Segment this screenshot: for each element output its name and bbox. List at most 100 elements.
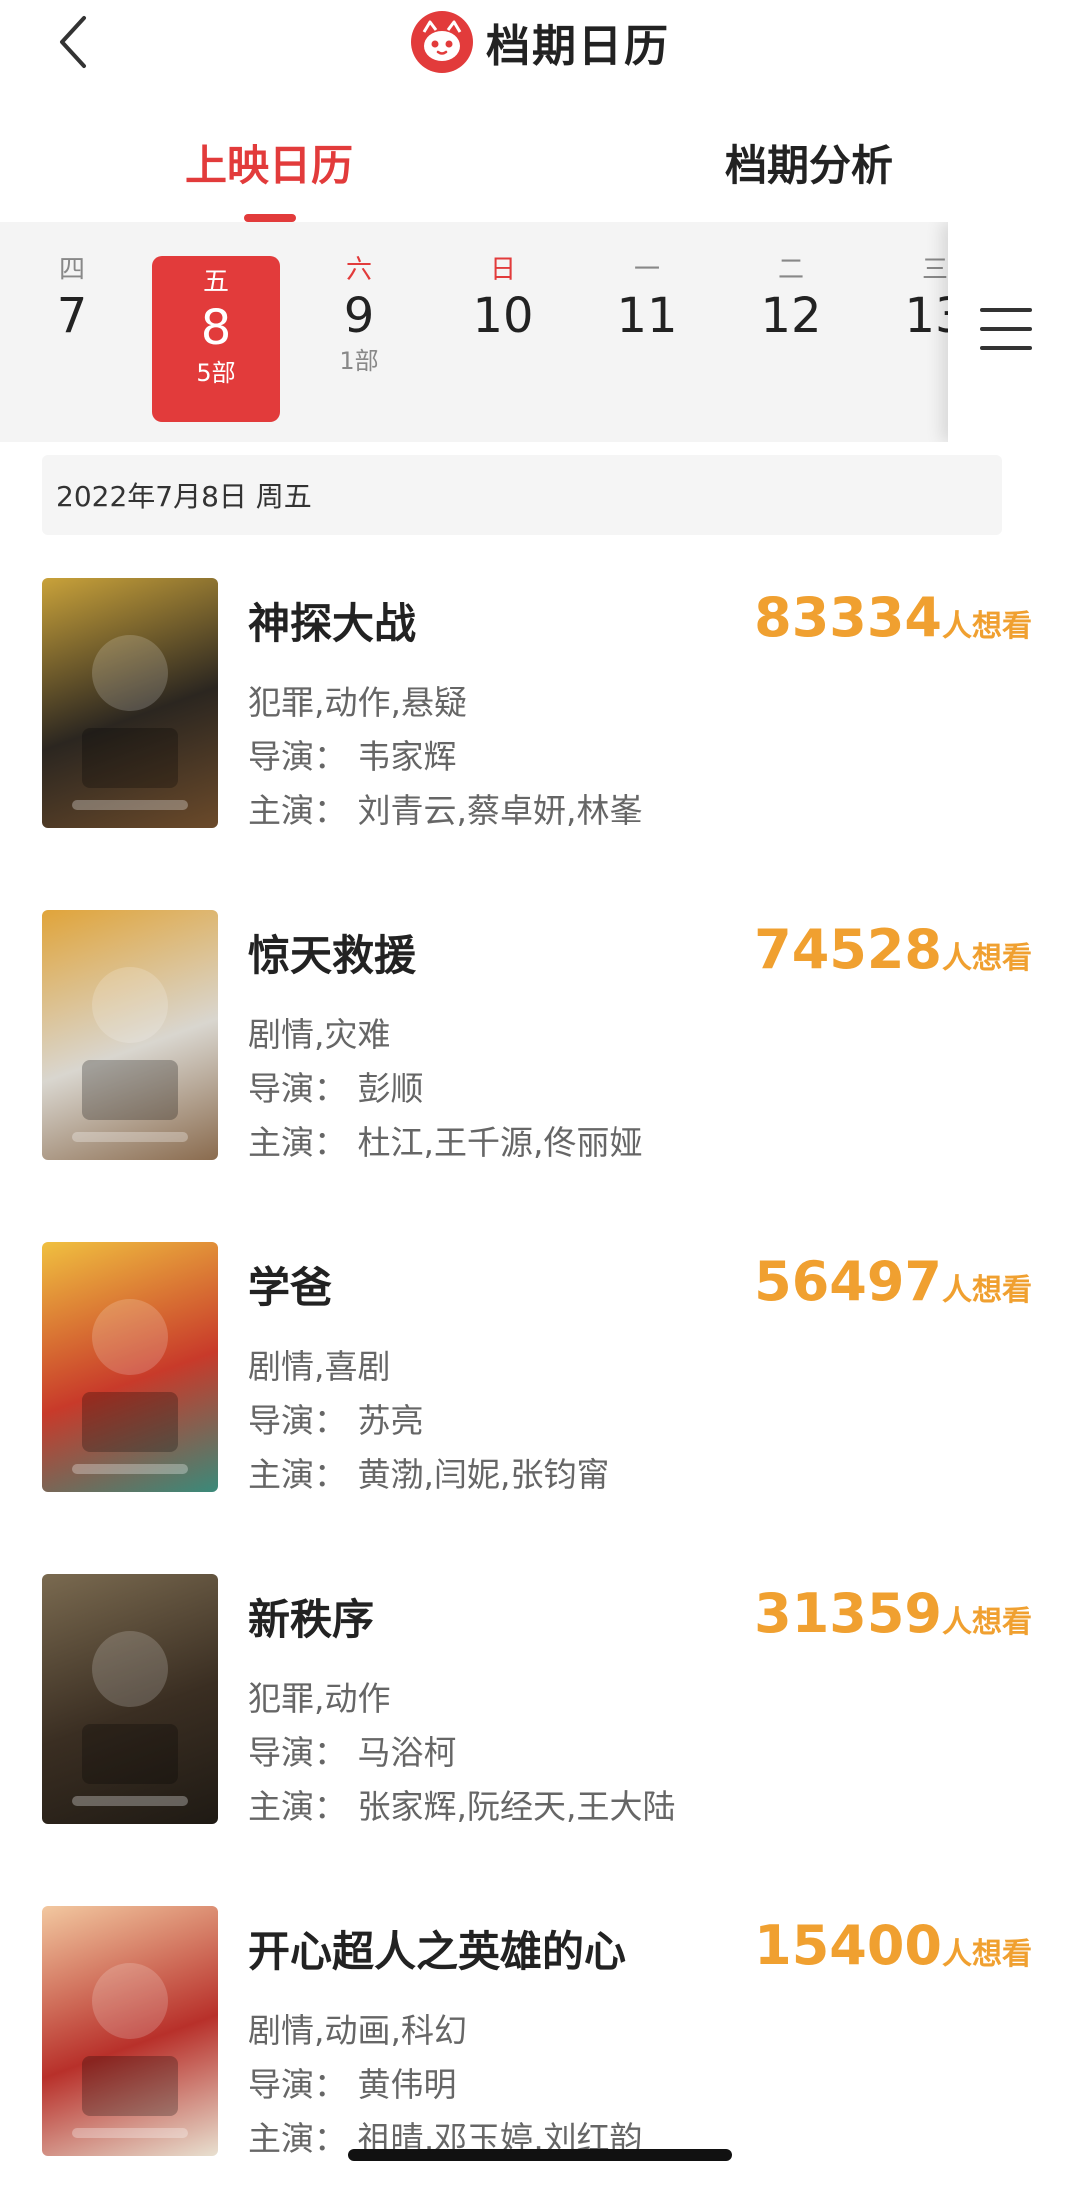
- movie-card[interactable]: 学爸 56497人想看 剧情,喜剧 导演： 苏亮 主演： 黄渤,闫妮,张钧甯: [0, 1242, 1080, 1502]
- day-number: 10: [472, 288, 534, 344]
- movie-cast: 主演： 刘青云,蔡卓妍,林峯: [248, 784, 642, 832]
- hamburger-menu-icon: [980, 308, 1032, 354]
- want-suffix: 人想看: [942, 1605, 1032, 1640]
- movie-director: 导演： 苏亮: [248, 1394, 424, 1442]
- movie-genres: 剧情,灾难: [248, 1015, 391, 1054]
- movie-card[interactable]: 新秩序 31359人想看 犯罪,动作 导演： 马浴柯 主演： 张家辉,阮经天,王…: [0, 1574, 1080, 1834]
- director-name: 马浴柯: [357, 1733, 457, 1772]
- director-name: 韦家辉: [357, 737, 457, 776]
- release-count: 5部: [196, 359, 236, 387]
- cat-logo-icon: [411, 11, 473, 73]
- header-title-group: 档期日历: [0, 6, 1080, 78]
- release-count: [727, 344, 855, 378]
- date-strip: 四 7 五 8 5部 六 9 1部 日 10 一 11 二 12 三 13: [0, 222, 1080, 442]
- want-number: 74528: [754, 918, 942, 981]
- director-label: 导演：: [248, 1401, 347, 1440]
- movie-poster[interactable]: [42, 1906, 218, 2156]
- want-suffix: 人想看: [942, 609, 1032, 644]
- want-number: 31359: [754, 1582, 942, 1645]
- poster-image: [72, 1963, 188, 2138]
- date-item[interactable]: 六 9 1部: [295, 252, 423, 380]
- page-title: 档期日历: [486, 21, 670, 72]
- app-header: 档期日历: [0, 0, 1080, 90]
- day-number: 7: [56, 288, 88, 344]
- poster-image: [72, 1631, 188, 1806]
- weekday-label: 一: [633, 255, 660, 285]
- movie-genres: 剧情,喜剧: [248, 1347, 391, 1386]
- date-item[interactable]: 四 7: [8, 252, 136, 380]
- cast-names: 杜江,王千源,佟丽娅: [357, 1123, 643, 1162]
- movie-director: 导演： 黄伟明: [248, 2058, 457, 2106]
- movie-poster[interactable]: [42, 910, 218, 1160]
- movie-poster[interactable]: [42, 578, 218, 828]
- calendar-menu-button[interactable]: [948, 222, 1080, 442]
- director-name: 苏亮: [357, 1401, 424, 1440]
- want-to-see-count: 15400人想看: [754, 1914, 1032, 1977]
- selected-date-text: 2022年7月8日 周五: [56, 480, 312, 513]
- movie-cast: 主演： 杜江,王千源,佟丽娅: [248, 1116, 642, 1164]
- release-count: [8, 344, 136, 378]
- tab-schedule-analysis[interactable]: 档期分析: [725, 132, 893, 193]
- release-count: 1部: [339, 347, 379, 375]
- release-count: [439, 344, 567, 378]
- poster-image: [72, 635, 188, 810]
- movie-cast: 主演： 张家辉,阮经天,王大陆: [248, 1780, 675, 1828]
- cast-label: 主演：: [248, 1123, 347, 1162]
- weekday-label: 日: [489, 255, 516, 285]
- movie-title[interactable]: 开心超人之英雄的心: [248, 1918, 626, 1979]
- tab-release-calendar[interactable]: 上映日历: [185, 132, 353, 193]
- day-number: 9: [343, 288, 375, 344]
- director-name: 彭顺: [357, 1069, 424, 1108]
- movie-genres: 犯罪,动作: [248, 1679, 391, 1718]
- director-label: 导演：: [248, 2065, 347, 2104]
- movie-title[interactable]: 学爸: [248, 1254, 332, 1315]
- want-suffix: 人想看: [942, 1273, 1032, 1308]
- home-indicator: [348, 2149, 732, 2161]
- date-item[interactable]: 一 11: [583, 252, 711, 380]
- director-label: 导演：: [248, 737, 347, 776]
- poster-image: [72, 1299, 188, 1474]
- cast-label: 主演：: [248, 1455, 347, 1494]
- director-label: 导演：: [248, 1069, 347, 1108]
- weekday-label: 六: [345, 255, 372, 285]
- date-item[interactable]: 日 10: [439, 252, 567, 380]
- cast-names: 张家辉,阮经天,王大陆: [357, 1787, 676, 1826]
- want-number: 56497: [754, 1250, 942, 1313]
- movie-card[interactable]: 惊天救援 74528人想看 剧情,灾难 导演： 彭顺 主演： 杜江,王千源,佟丽…: [0, 910, 1080, 1170]
- weekday-label: 五: [202, 267, 229, 297]
- release-count: [583, 344, 711, 378]
- movie-genres: 犯罪,动作,悬疑: [248, 683, 467, 722]
- want-suffix: 人想看: [942, 1937, 1032, 1972]
- active-tab-indicator: [244, 214, 296, 222]
- weekday-label: 二: [777, 255, 804, 285]
- cast-label: 主演：: [248, 1787, 347, 1826]
- tab-bar: 上映日历 档期分析: [0, 110, 1080, 222]
- date-item[interactable]: 二 12: [727, 252, 855, 380]
- weekday-label: 四: [58, 255, 85, 285]
- movie-director: 导演： 马浴柯: [248, 1726, 457, 1774]
- day-number: 11: [616, 288, 678, 344]
- movie-director: 导演： 韦家辉: [248, 730, 457, 778]
- want-to-see-count: 56497人想看: [754, 1250, 1032, 1313]
- movie-cast: 主演： 黄渤,闫妮,张钧甯: [248, 1448, 609, 1496]
- date-item-selected[interactable]: 五 8 5部: [152, 256, 280, 422]
- movie-card[interactable]: 神探大战 83334人想看 犯罪,动作,悬疑 导演： 韦家辉 主演： 刘青云,蔡…: [0, 578, 1080, 838]
- director-name: 黄伟明: [357, 2065, 457, 2104]
- selected-date-header: 2022年7月8日 周五: [42, 455, 1002, 535]
- movie-poster[interactable]: [42, 1574, 218, 1824]
- director-label: 导演：: [248, 1733, 347, 1772]
- movie-title[interactable]: 神探大战: [248, 590, 416, 651]
- movie-card[interactable]: 开心超人之英雄的心 15400人想看 剧情,动画,科幻 导演： 黄伟明 主演： …: [0, 1906, 1080, 2166]
- cast-label: 主演：: [248, 791, 347, 830]
- cast-names: 黄渤,闫妮,张钧甯: [357, 1455, 610, 1494]
- movie-poster[interactable]: [42, 1242, 218, 1492]
- want-number: 83334: [754, 586, 942, 649]
- movie-director: 导演： 彭顺: [248, 1062, 424, 1110]
- movie-title[interactable]: 新秩序: [248, 1586, 374, 1647]
- movie-title[interactable]: 惊天救援: [248, 922, 416, 983]
- day-number: 12: [760, 288, 822, 344]
- day-number: 8: [200, 300, 232, 356]
- cast-label: 主演：: [248, 2119, 347, 2158]
- cast-names: 刘青云,蔡卓妍,林峯: [357, 791, 643, 830]
- want-number: 15400: [754, 1914, 942, 1977]
